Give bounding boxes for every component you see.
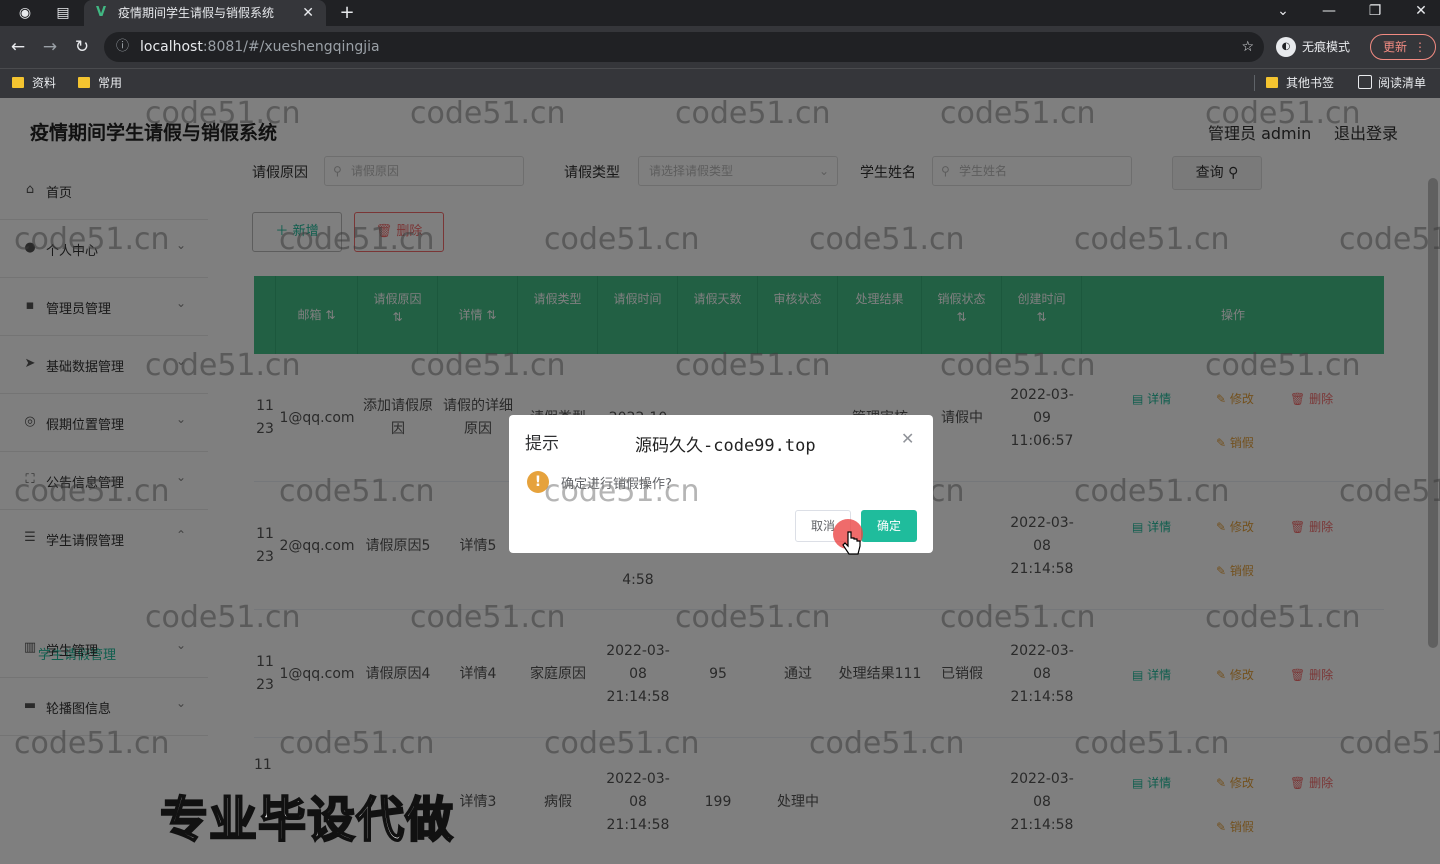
minimize-icon[interactable]: —	[1306, 0, 1352, 26]
close-icon[interactable]: ✕	[901, 429, 914, 448]
kebab-menu-icon[interactable]: ⋮	[1414, 35, 1426, 59]
folder-icon	[12, 77, 24, 88]
vue-logo-icon: V	[96, 5, 107, 20]
bookmark-folder[interactable]: 资料	[10, 69, 56, 97]
hand-cursor-icon	[842, 531, 861, 555]
bookmark-folder[interactable]: 常用	[76, 69, 122, 97]
back-icon[interactable]: ←	[6, 35, 30, 59]
incognito-icon: ◐	[1276, 37, 1296, 57]
update-label: 更新	[1383, 40, 1408, 54]
window-close-icon[interactable]: ✕	[1398, 0, 1440, 26]
video-caption: 专业毕设代做	[159, 791, 455, 849]
url-path: :8081/#/xueshengqingjia	[202, 39, 380, 55]
browser-toolbar: ← → ↻ ⓘ localhost:8081/#/xueshengqingjia…	[0, 26, 1440, 68]
folder-icon	[1266, 77, 1278, 88]
reading-list[interactable]: 阅读清单	[1356, 69, 1426, 97]
pinned-tab-icon[interactable]: ▤	[54, 4, 72, 22]
new-tab-icon[interactable]: +	[338, 4, 356, 22]
forward-icon[interactable]: →	[38, 35, 62, 59]
browser-tab-active[interactable]: V 疫情期间学生请假与销假系统 ✕	[84, 0, 326, 26]
tab-close-icon[interactable]: ✕	[302, 0, 314, 26]
incognito-indicator[interactable]: ◐ 无痕模式	[1276, 34, 1350, 60]
tab-search-icon[interactable]: ⌄	[1260, 0, 1306, 26]
bookmarks-bar: 资料 常用 其他书签 阅读清单	[0, 68, 1440, 98]
site-info-icon[interactable]: ⓘ	[116, 32, 129, 62]
dialog-title: 提示	[525, 434, 559, 454]
bookmark-star-icon[interactable]: ☆	[1241, 32, 1254, 62]
address-bar[interactable]: ⓘ localhost:8081/#/xueshengqingjia ☆	[104, 32, 1264, 62]
browser-logo-icon[interactable]: ◉	[16, 4, 34, 22]
incognito-label: 无痕模式	[1302, 40, 1351, 54]
dialog-brand-text: 源码久久-code99.top	[635, 436, 816, 456]
confirm-button[interactable]: 确定	[861, 510, 917, 542]
folder-icon	[78, 77, 90, 88]
url-host: localhost	[140, 39, 203, 55]
browser-tab-strip: ◉ ▤ V 疫情期间学生请假与销假系统 ✕ + ⌄ — ❐ ✕	[0, 0, 1440, 26]
reading-list-icon	[1358, 75, 1372, 89]
other-bookmarks[interactable]: 其他书签	[1264, 69, 1334, 97]
tab-title: 疫情期间学生请假与销假系统	[118, 6, 275, 20]
bookmark-separator	[1254, 75, 1255, 91]
bookmark-label: 资料	[32, 76, 57, 90]
restore-icon[interactable]: ❐	[1352, 0, 1398, 26]
bookmark-label: 阅读清单	[1378, 76, 1427, 90]
reload-icon[interactable]: ↻	[70, 35, 94, 59]
bookmark-label: 常用	[98, 76, 123, 90]
bookmark-label: 其他书签	[1286, 76, 1335, 90]
update-button[interactable]: 更新 ⋮	[1370, 34, 1436, 60]
watermark-text: code51.cn	[544, 474, 700, 509]
